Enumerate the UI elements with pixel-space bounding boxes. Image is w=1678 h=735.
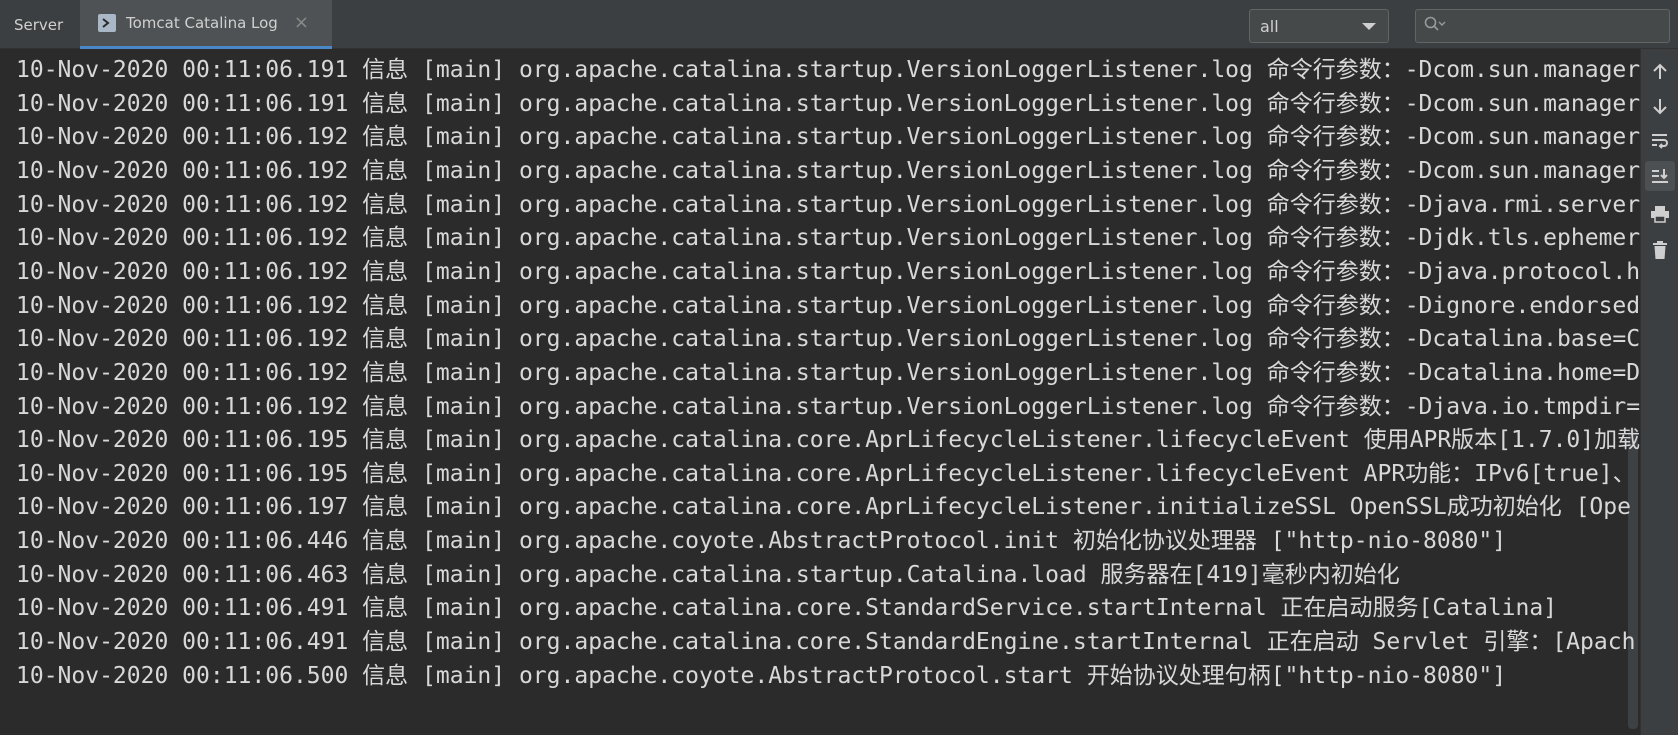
arrow-down-icon [1653, 99, 1667, 115]
log-line: 10-Nov-2020 00:11:06.197 信息 [main] org.a… [16, 494, 1631, 521]
right-toolbar [1640, 49, 1678, 735]
tab-catalina-label: Tomcat Catalina Log [126, 14, 278, 32]
log-line: 10-Nov-2020 00:11:06.491 信息 [main] org.a… [16, 629, 1636, 656]
tab-server-label: Server [14, 15, 64, 34]
log-line: 10-Nov-2020 00:11:06.195 信息 [main] org.a… [16, 427, 1640, 454]
log-line: 10-Nov-2020 00:11:06.192 信息 [main] org.a… [16, 258, 1640, 285]
chevron-down-icon [1362, 22, 1376, 30]
arrow-up-icon [1653, 63, 1667, 79]
trash-icon [1653, 241, 1667, 259]
search-field[interactable] [1415, 9, 1670, 43]
tool-window-tabbar: Server Tomcat Catalina Log × all [0, 0, 1678, 49]
print-button[interactable] [1645, 199, 1675, 229]
log-level-value: all [1260, 16, 1279, 36]
log-line: 10-Nov-2020 00:11:06.192 信息 [main] org.a… [16, 225, 1640, 252]
log-output[interactable]: 10-Nov-2020 00:11:06.191 信息 [main] org.a… [0, 49, 1640, 735]
log-line: 10-Nov-2020 00:11:06.491 信息 [main] org.a… [16, 595, 1558, 622]
log-line: 10-Nov-2020 00:11:06.192 信息 [main] org.a… [16, 292, 1640, 319]
search-icon [1424, 16, 1446, 36]
soft-wrap-button[interactable] [1645, 125, 1675, 155]
log-line: 10-Nov-2020 00:11:06.191 信息 [main] org.a… [16, 90, 1640, 117]
log-line: 10-Nov-2020 00:11:06.195 信息 [main] org.a… [16, 460, 1636, 487]
log-line: 10-Nov-2020 00:11:06.192 信息 [main] org.a… [16, 157, 1640, 184]
scroll-up-button[interactable] [1645, 57, 1675, 87]
scroll-down-button[interactable] [1645, 91, 1675, 121]
log-line: 10-Nov-2020 00:11:06.192 信息 [main] org.a… [16, 326, 1640, 353]
tab-server[interactable]: Server [0, 0, 80, 49]
log-line: 10-Nov-2020 00:11:06.500 信息 [main] org.a… [16, 662, 1507, 689]
log-line: 10-Nov-2020 00:11:06.192 信息 [main] org.a… [16, 124, 1640, 151]
console-icon [98, 14, 116, 32]
log-line: 10-Nov-2020 00:11:06.446 信息 [main] org.a… [16, 528, 1507, 555]
scroll-to-end-button[interactable] [1645, 161, 1675, 191]
tab-tomcat-catalina-log[interactable]: Tomcat Catalina Log × [80, 0, 332, 49]
clear-all-button[interactable] [1645, 235, 1675, 265]
log-line: 10-Nov-2020 00:11:06.192 信息 [main] org.a… [16, 393, 1640, 420]
log-line: 10-Nov-2020 00:11:06.191 信息 [main] org.a… [16, 57, 1640, 83]
log-level-select[interactable]: all [1249, 9, 1389, 43]
log-line: 10-Nov-2020 00:11:06.192 信息 [main] org.a… [16, 359, 1640, 386]
search-input[interactable] [1452, 17, 1656, 35]
close-icon[interactable]: × [294, 14, 309, 32]
scroll-to-end-icon [1652, 169, 1668, 183]
tomcat-log-panel: Server Tomcat Catalina Log × all 10-Nov-… [0, 0, 1678, 735]
print-icon [1651, 206, 1669, 223]
log-line: 10-Nov-2020 00:11:06.192 信息 [main] org.a… [16, 191, 1640, 218]
soft-wrap-icon [1652, 134, 1668, 149]
log-line: 10-Nov-2020 00:11:06.463 信息 [main] org.a… [16, 561, 1400, 588]
